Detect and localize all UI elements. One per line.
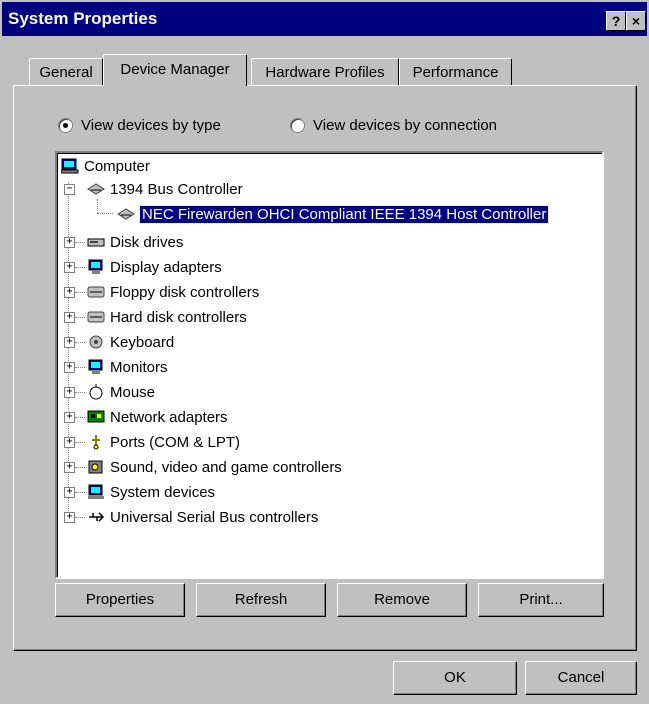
usb-icon	[87, 509, 105, 525]
keyboard-icon	[87, 334, 105, 350]
system-properties-window: System Properties ? × General Device Man…	[0, 0, 649, 704]
title-bar[interactable]: System Properties ? ×	[2, 2, 647, 36]
floppy-controller-icon	[87, 284, 105, 300]
tree-item-category[interactable]: Universal Serial Bus controllers	[87, 506, 318, 528]
system-device-icon	[87, 484, 105, 500]
tab-hardware-profiles[interactable]: Hardware Profiles	[251, 58, 399, 86]
tab-device-manager[interactable]: Device Manager	[103, 54, 247, 86]
network-adapter-icon	[87, 409, 105, 425]
tree-item-label: Hard disk controllers	[110, 308, 247, 326]
tree-item-category[interactable]: Network adapters	[87, 406, 228, 428]
expand-toggle[interactable]: +	[64, 387, 75, 398]
sound-icon	[87, 459, 105, 475]
controller-icon	[87, 181, 105, 197]
tree-item-label: Mouse	[110, 383, 156, 401]
tree-item-label: Universal Serial Bus controllers	[110, 508, 319, 526]
mouse-icon	[87, 384, 105, 400]
print-button[interactable]: Print...	[478, 583, 604, 617]
ok-button[interactable]: OK	[393, 661, 517, 695]
tree-item-category[interactable]: System devices	[87, 481, 215, 503]
view-by-connection-option[interactable]: View devices by connection	[290, 117, 497, 134]
port-icon	[87, 434, 105, 450]
tree-item-label: 1394 Bus Controller	[110, 180, 243, 198]
cancel-button[interactable]: Cancel	[525, 661, 637, 695]
tree-item-label: Display adapters	[110, 258, 222, 276]
collapse-1394-toggle[interactable]: −	[64, 184, 75, 195]
expand-toggle[interactable]: +	[64, 487, 75, 498]
view-by-connection-radio[interactable]	[290, 118, 305, 133]
expand-toggle[interactable]: +	[64, 337, 75, 348]
tree-item-label: System devices	[110, 483, 216, 501]
tree-item-category[interactable]: Floppy disk controllers	[87, 281, 259, 303]
tree-item-nec-host-controller[interactable]: NEC Firewarden OHCI Compliant IEEE 1394 …	[117, 203, 550, 225]
view-by-type-option[interactable]: View devices by type	[58, 117, 221, 134]
expand-toggle[interactable]: +	[64, 437, 75, 448]
view-by-type-radio[interactable]	[58, 118, 73, 133]
properties-button[interactable]: Properties	[55, 583, 185, 617]
close-button[interactable]: ×	[626, 11, 646, 31]
tree-item-category[interactable]: Ports (COM & LPT)	[87, 431, 240, 453]
remove-button[interactable]: Remove	[337, 583, 467, 617]
tree-item-label: Computer	[84, 157, 150, 175]
device-tree[interactable]: Computer − 1394 Bus Controller NEC Firew…	[55, 151, 604, 579]
tree-item-category[interactable]: Sound, video and game controllers	[87, 456, 342, 478]
expand-toggle[interactable]: +	[64, 262, 75, 273]
tree-item-category[interactable]: Mouse	[87, 381, 155, 403]
monitor-icon	[87, 359, 105, 375]
tree-item-category[interactable]: Monitors	[87, 356, 168, 378]
disk-drive-icon	[87, 234, 105, 250]
tree-item-label: Floppy disk controllers	[110, 283, 260, 301]
hard-disk-controller-icon	[87, 309, 105, 325]
tree-item-computer[interactable]: Computer	[60, 155, 150, 177]
expand-toggle[interactable]: +	[64, 512, 75, 523]
refresh-button[interactable]: Refresh	[196, 583, 326, 617]
window-title: System Properties	[8, 9, 158, 28]
tree-item-label: Ports (COM & LPT)	[110, 433, 241, 451]
tree-item-category[interactable]: Keyboard	[87, 331, 174, 353]
expand-toggle[interactable]: +	[64, 462, 75, 473]
computer-icon	[60, 158, 79, 174]
tree-item-label: Disk drives	[110, 233, 184, 251]
expand-toggle[interactable]: +	[64, 237, 75, 248]
tab-general[interactable]: General	[29, 58, 103, 86]
expand-toggle[interactable]: +	[64, 287, 75, 298]
tree-item-category[interactable]: Display adapters	[87, 256, 222, 278]
tree-item-label: Monitors	[110, 358, 168, 376]
controller-icon	[117, 206, 135, 222]
tree-item-label: Sound, video and game controllers	[110, 458, 342, 476]
tree-item-category[interactable]: Hard disk controllers	[87, 306, 247, 328]
selected-device-label: NEC Firewarden OHCI Compliant IEEE 1394 …	[138, 204, 550, 224]
tree-item-1394-bus-controller[interactable]: 1394 Bus Controller	[87, 178, 243, 200]
expand-toggle[interactable]: +	[64, 362, 75, 373]
tab-performance[interactable]: Performance	[399, 58, 512, 86]
view-by-connection-label: View devices by connection	[313, 117, 497, 134]
expand-toggle[interactable]: +	[64, 412, 75, 423]
tree-item-label: Keyboard	[110, 333, 175, 351]
help-button[interactable]: ?	[606, 11, 626, 31]
view-by-type-label: View devices by type	[81, 117, 221, 134]
expand-toggle[interactable]: +	[64, 312, 75, 323]
tree-item-category[interactable]: Disk drives	[87, 231, 183, 253]
display-adapter-icon	[87, 259, 105, 275]
tree-item-label: Network adapters	[110, 408, 228, 426]
